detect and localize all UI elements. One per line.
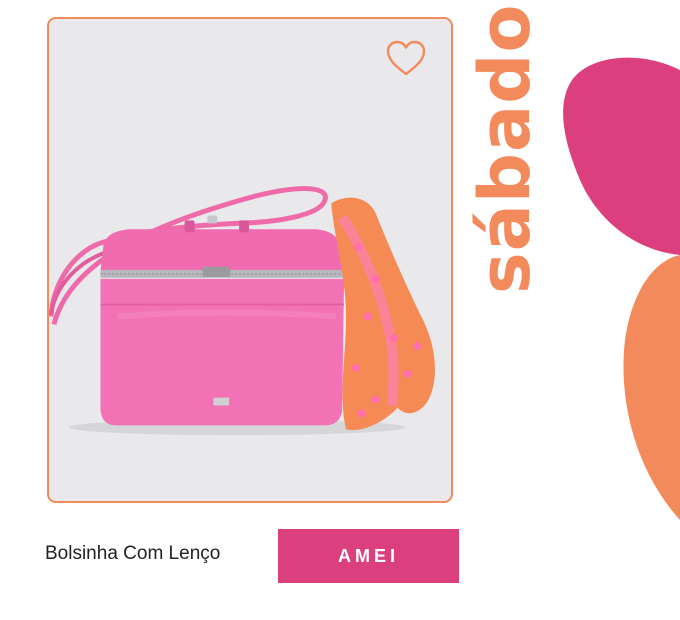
orange-blob	[623, 255, 680, 520]
product-card[interactable]	[47, 17, 453, 503]
heart-outline-icon	[386, 40, 426, 76]
amei-button[interactable]: AMEI	[278, 529, 459, 583]
decorative-blobs	[563, 57, 680, 520]
bag-lid	[100, 229, 343, 272]
product-image[interactable]	[49, 19, 451, 501]
day-label: sábado	[464, 3, 546, 294]
bag-logo-plate	[213, 397, 230, 406]
favorite-button[interactable]	[386, 40, 426, 78]
product-name: Bolsinha Com Lenço	[45, 543, 221, 564]
pink-blob	[563, 57, 680, 255]
